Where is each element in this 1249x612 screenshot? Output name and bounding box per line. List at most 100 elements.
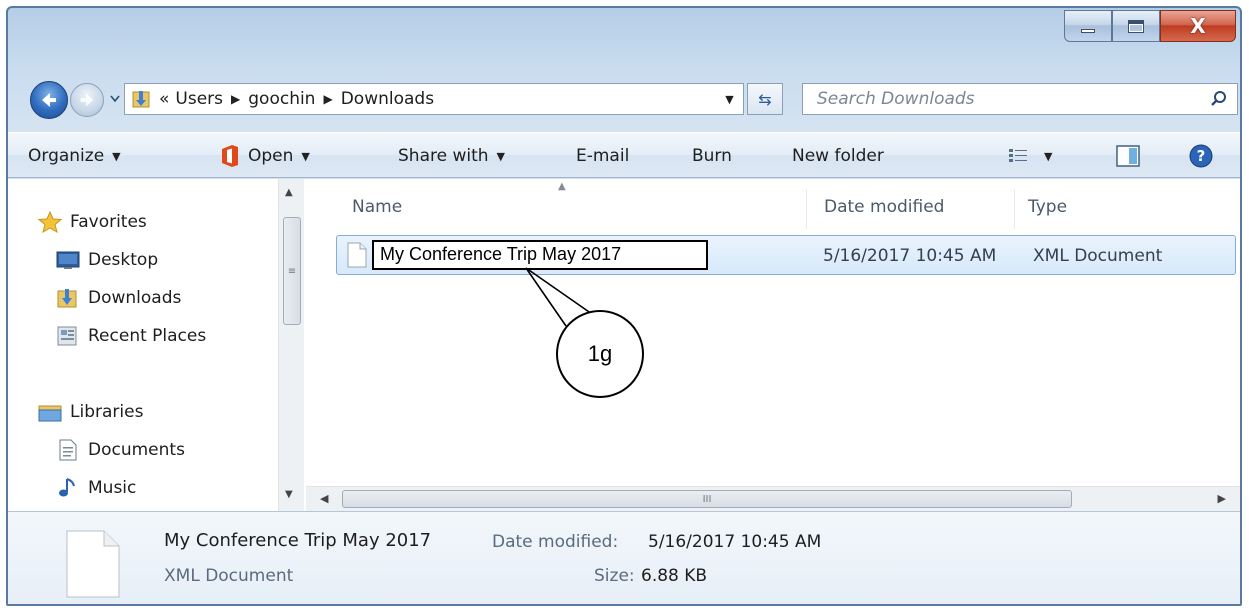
navigation-pane-scrollbar[interactable]: ▲ ≡ ▼: [278, 179, 304, 511]
file-list-pane: ▲ Name Date modified Type My Conference …: [306, 179, 1240, 511]
downloads-folder-icon: [57, 289, 77, 308]
search-icon[interactable]: [1209, 89, 1229, 109]
share-with-label: Share with: [398, 146, 489, 166]
details-size-value: 6.88 KB: [641, 566, 708, 586]
new-folder-button[interactable]: New folder: [792, 133, 884, 179]
command-bar: Organize ▼ Open ▼ Share with ▼ E-mail Bu…: [8, 132, 1240, 178]
downloads-folder-icon: [132, 91, 150, 108]
column-header-date-modified[interactable]: Date modified: [824, 197, 944, 217]
scroll-left-icon[interactable]: ◀: [320, 492, 328, 505]
star-icon: [38, 211, 62, 233]
column-header-type[interactable]: Type: [1028, 197, 1067, 217]
organize-button[interactable]: Organize ▼: [28, 133, 121, 179]
file-type: XML Document: [1033, 246, 1163, 266]
nav-music-label: Music: [88, 478, 137, 498]
xml-document-icon: [347, 242, 367, 268]
burn-label: Burn: [692, 146, 732, 166]
address-bar[interactable]: « Users ▶ goochin ▶ Downloads ▼: [124, 83, 744, 115]
navigation-bar: « Users ▶ goochin ▶ Downloads ▼ ⇆ Search…: [8, 72, 1240, 119]
chevron-down-icon: [110, 95, 120, 103]
details-file-type: XML Document: [164, 566, 294, 586]
details-date-label: Date modified:: [492, 532, 619, 552]
nav-favorites[interactable]: Favorites: [38, 211, 147, 233]
chevron-down-icon: ▼: [496, 149, 505, 163]
column-divider[interactable]: [1014, 189, 1015, 229]
sort-ascending-icon: ▲: [558, 181, 566, 192]
music-icon: [59, 478, 75, 497]
scroll-right-icon[interactable]: ▶: [1218, 492, 1226, 505]
horizontal-scrollbar-thumb[interactable]: III: [342, 490, 1072, 508]
breadcrumb-users[interactable]: Users: [175, 89, 223, 109]
maximize-icon: [1128, 19, 1144, 33]
chevron-down-icon: ▼: [1044, 149, 1053, 163]
nav-libraries[interactable]: Libraries: [38, 401, 143, 423]
nav-downloads-label: Downloads: [88, 288, 182, 308]
details-size-label: Size:: [594, 566, 635, 586]
burn-button[interactable]: Burn: [692, 133, 732, 179]
chevron-down-icon: ▼: [301, 149, 310, 163]
svg-text:?: ?: [1197, 147, 1206, 165]
nav-music[interactable]: Music: [56, 477, 136, 499]
search-box[interactable]: Search Downloads: [802, 83, 1238, 115]
chevron-down-icon: ▼: [112, 149, 121, 163]
close-button[interactable]: X: [1160, 10, 1236, 42]
back-arrow-icon: [42, 93, 56, 107]
help-icon: ?: [1189, 144, 1213, 168]
forward-button[interactable]: [70, 83, 104, 117]
rename-input[interactable]: My Conference Trip May 2017: [372, 240, 708, 270]
views-button[interactable]: ▼: [1008, 140, 1052, 172]
nav-libraries-label: Libraries: [70, 402, 144, 422]
email-button[interactable]: E-mail: [576, 133, 629, 179]
column-divider[interactable]: [806, 189, 807, 229]
refresh-button[interactable]: ⇆: [747, 83, 783, 115]
office-icon: [222, 145, 238, 167]
email-label: E-mail: [576, 146, 630, 166]
nav-favorites-label: Favorites: [70, 212, 147, 232]
share-with-button[interactable]: Share with ▼: [398, 133, 505, 179]
scrollbar-thumb[interactable]: ≡: [283, 217, 301, 325]
maximize-button[interactable]: [1112, 10, 1160, 42]
column-header-name[interactable]: Name: [352, 197, 402, 217]
nav-recent-places[interactable]: Recent Places: [56, 325, 206, 347]
open-button[interactable]: Open ▼: [220, 133, 310, 179]
nav-desktop[interactable]: Desktop: [56, 249, 158, 271]
address-overflow[interactable]: «: [159, 89, 169, 109]
organize-label: Organize: [28, 146, 105, 166]
breadcrumb-goochin[interactable]: goochin: [248, 89, 315, 109]
recent-places-icon: [57, 326, 77, 346]
desktop-icon: [56, 251, 80, 269]
annotation-callout: 1g: [556, 310, 644, 398]
nav-downloads[interactable]: Downloads: [56, 287, 181, 309]
scroll-up-icon[interactable]: ▲: [285, 187, 293, 198]
navigation-pane: Favorites Desktop Downloads Recent Place…: [8, 179, 278, 511]
close-icon: X: [1190, 14, 1206, 38]
preview-pane-button[interactable]: [1116, 140, 1140, 172]
open-label: Open: [248, 146, 294, 166]
forward-arrow-icon: [80, 93, 94, 107]
minimize-icon: [1081, 29, 1095, 33]
nav-documents[interactable]: Documents: [56, 439, 185, 461]
view-details-icon: [1009, 149, 1027, 162]
back-button[interactable]: [30, 81, 68, 119]
breadcrumb-separator-icon[interactable]: ▶: [231, 92, 240, 106]
nav-recent-places-label: Recent Places: [88, 326, 207, 346]
refresh-icon: ⇆: [758, 89, 772, 109]
recent-pages-dropdown[interactable]: [108, 90, 122, 108]
libraries-icon: [38, 405, 62, 422]
breadcrumb-separator-icon[interactable]: ▶: [323, 92, 332, 106]
nav-desktop-label: Desktop: [88, 250, 159, 270]
horizontal-scrollbar[interactable]: ◀ III ▶: [306, 486, 1240, 511]
xml-document-large-icon: [66, 530, 120, 598]
preview-pane-icon: [1116, 145, 1140, 167]
grip-icon: III: [702, 493, 712, 505]
help-button[interactable]: ?: [1188, 140, 1214, 172]
file-date-modified: 5/16/2017 10:45 AM: [823, 246, 997, 266]
details-pane: My Conference Trip May 2017 XML Document…: [8, 511, 1240, 604]
minimize-button[interactable]: [1064, 10, 1112, 42]
breadcrumb-downloads[interactable]: Downloads: [341, 89, 434, 109]
scroll-down-icon[interactable]: ▼: [285, 489, 293, 500]
address-dropdown-icon[interactable]: ▼: [715, 84, 743, 114]
file-row[interactable]: My Conference Trip May 2017 5/16/2017 10…: [336, 235, 1236, 275]
details-date-value: 5/16/2017 10:45 AM: [648, 532, 822, 552]
documents-icon: [59, 439, 77, 461]
